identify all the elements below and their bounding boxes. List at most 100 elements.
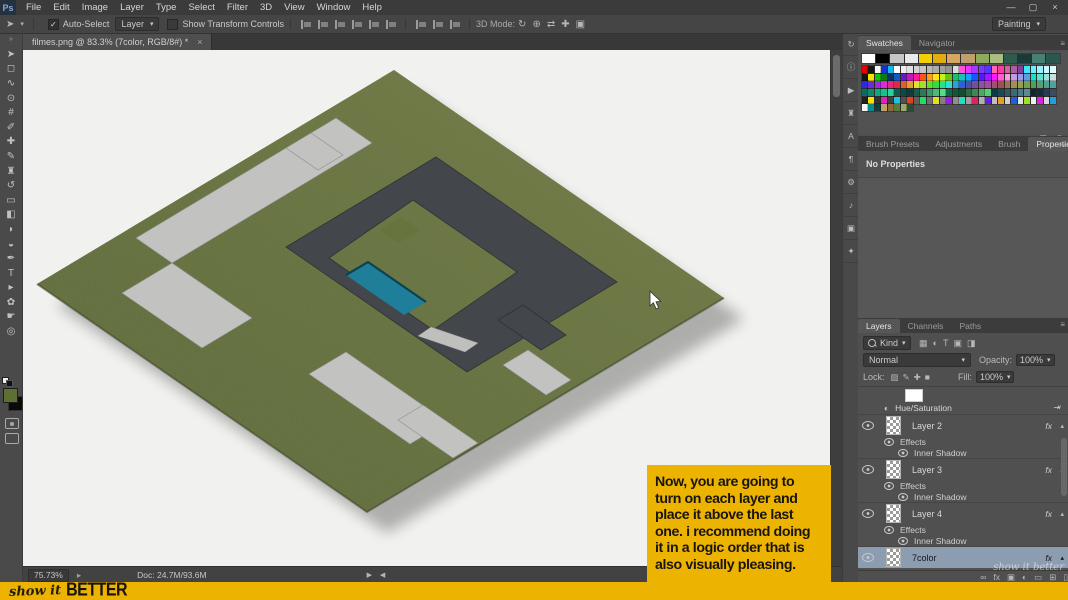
hand-tool[interactable]: ☛ [0,310,22,325]
swatch[interactable] [867,88,876,98]
swatch[interactable] [945,65,954,74]
move-tool-icon[interactable]: ➤ [6,19,14,30]
swatch[interactable] [938,72,947,82]
tab-close-icon[interactable]: × [197,37,202,47]
swatch[interactable] [1003,88,1012,98]
swatch[interactable] [1036,72,1044,82]
swatch[interactable] [951,95,960,105]
scrollbar-thumb[interactable] [833,55,840,97]
swatch[interactable] [977,95,986,105]
default-colors-icon[interactable] [2,377,13,387]
visibility-toggle-icon[interactable] [862,509,874,518]
align-bottom-icon[interactable] [384,18,398,30]
swatch[interactable] [1045,53,1061,64]
type-tool[interactable]: T [0,266,22,281]
swatch[interactable] [899,95,908,105]
swatch[interactable] [997,80,1005,90]
dodge-tool[interactable]: ◒ [0,237,22,252]
lock-icon-0[interactable]: ▨ [891,372,899,383]
menu-view[interactable]: View [278,0,310,15]
swatch[interactable] [919,65,928,74]
swatch[interactable] [925,72,934,82]
swatch[interactable] [1042,95,1051,105]
fill-field[interactable]: 100% ▾ [975,371,1015,383]
auto-select-target-dropdown[interactable]: Layer ▾ [115,17,160,31]
swatch[interactable] [1029,95,1038,105]
quick-mask-button[interactable] [5,418,19,429]
swatch[interactable] [1023,65,1031,74]
swatch[interactable] [861,65,869,74]
swatch[interactable] [874,103,882,113]
swatch[interactable] [1031,53,1047,64]
tab-channels[interactable]: Channels [900,319,952,333]
swatch[interactable] [1003,95,1012,105]
swatch[interactable] [1036,88,1044,98]
swatch[interactable] [1049,72,1057,82]
swatch[interactable] [1003,80,1012,90]
swatch[interactable] [886,72,895,82]
swatch[interactable] [1002,53,1019,64]
clone-stamp-tool[interactable]: ♜ [0,164,22,179]
swatch[interactable] [886,65,895,74]
swatch[interactable] [977,72,986,82]
swatch[interactable] [919,88,928,98]
swatch[interactable] [1042,80,1051,90]
swatch[interactable] [977,88,986,98]
clone-source-icon[interactable]: ♜ [843,102,859,125]
workspace-switcher[interactable]: Painting ▾ [991,17,1046,31]
swatch[interactable] [964,80,973,90]
crop-tool[interactable]: # [0,105,22,120]
swatch[interactable] [974,53,990,64]
swatch[interactable] [1029,72,1038,82]
menu-3d[interactable]: 3D [254,0,278,15]
swatch[interactable] [938,95,947,105]
swatch[interactable] [1016,80,1025,90]
visibility-toggle-icon[interactable] [898,448,908,457]
effects-row[interactable]: Effects [858,480,1068,491]
document-tab[interactable]: filmes.png @ 83.3% (7color, RGB/8#) * × [23,33,213,50]
swatch[interactable] [1042,72,1051,82]
info-icon[interactable]: ⓘ [843,56,859,79]
swatch[interactable] [990,72,999,82]
healing-brush-tool[interactable]: ✚ [0,135,22,150]
inner-shadow-row[interactable]: Inner Shadow [858,535,1068,546]
swatch[interactable] [899,65,908,74]
swatch[interactable] [964,65,973,74]
swatch[interactable] [867,72,876,82]
swatch[interactable] [880,95,889,105]
swatch[interactable] [1029,88,1038,98]
collapse-effects-icon[interactable]: ▴ [1060,422,1064,430]
status-scroll-arrows[interactable]: ▶ ◀ [367,571,389,579]
swatch[interactable] [880,72,889,82]
swatch[interactable] [1010,72,1018,82]
lock-icon-1[interactable]: ✎ [903,372,910,383]
swatch[interactable] [964,95,973,105]
swatch[interactable] [906,65,915,74]
swatch[interactable] [1036,80,1044,90]
swatch[interactable] [874,95,882,105]
swatch[interactable] [874,88,882,98]
menu-image[interactable]: Image [76,0,114,15]
visibility-toggle-icon[interactable] [898,492,908,501]
lock-icon-2[interactable]: ✚ [914,372,921,383]
swatch[interactable] [880,80,889,90]
swatch[interactable] [1036,65,1044,74]
fx-badge[interactable]: fx [1045,465,1052,475]
swatch[interactable] [932,80,941,90]
layers-scrollbar-thumb[interactable] [1061,438,1067,496]
swatch[interactable] [886,88,895,98]
layer-row[interactable]: Layer 3 fx ▴ [858,458,1068,480]
menu-filter[interactable]: Filter [221,0,254,15]
swatch[interactable] [1023,95,1031,105]
align-top-icon[interactable] [350,18,364,30]
swatch[interactable] [899,103,908,113]
swatch[interactable] [1023,80,1031,90]
swatch[interactable] [1016,95,1025,105]
swatch[interactable] [886,80,895,90]
path-selection-tool[interactable]: ▸ [0,281,22,296]
swatch[interactable] [912,88,921,98]
tab-brush[interactable]: Brush [990,137,1028,151]
visibility-toggle-icon[interactable] [862,421,874,430]
lasso-tool[interactable]: ∿ [0,76,22,91]
gradient-tool[interactable]: ◧ [0,208,22,223]
